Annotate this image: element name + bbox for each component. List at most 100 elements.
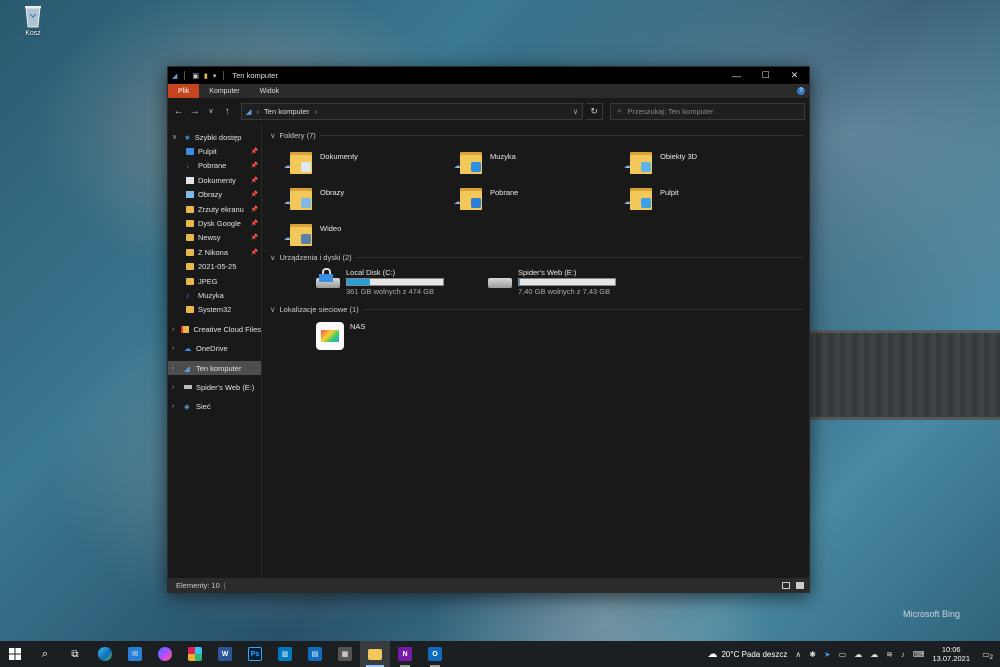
nav-item-pobrane[interactable]: ↓ Pobrane 📌	[168, 159, 261, 173]
breadcrumb-separator-icon[interactable]: ›	[257, 107, 260, 116]
help-button[interactable]: ?	[793, 84, 809, 98]
nav-item-obrazy[interactable]: Obrazy 📌	[168, 188, 261, 202]
folder-tile-obrazy[interactable]: ☁ Obrazy	[284, 184, 460, 212]
ribbon-tabs: Plik Komputer Widok ?	[168, 84, 809, 98]
chevron-right-icon[interactable]: ›	[172, 403, 180, 410]
volume-icon[interactable]: ♪	[901, 650, 905, 659]
folder-tile-obiekty-3d[interactable]: ☁ Obiekty 3D	[624, 148, 800, 176]
folders-group-header[interactable]: ∨ Foldery (7)	[270, 128, 803, 142]
task-view-button[interactable]: ⧉	[60, 641, 90, 667]
telegram-tray-icon[interactable]: ➤	[824, 650, 831, 659]
recycle-bin-desktop-icon[interactable]: Kosz	[18, 4, 48, 37]
nav-onedrive[interactable]: › ☁ OneDrive	[168, 341, 261, 355]
search-input[interactable]: ⌕ Przeszukaj: Ten komputer	[610, 102, 806, 120]
nav-item-zrzuty[interactable]: Zrzuty ekranu 📌	[168, 202, 261, 216]
trello-taskbar-app[interactable]: ▥	[270, 641, 300, 667]
system-tray: ☁ 20°C Pada deszcz ∧ ✱ ➤ ▭ ☁ ☁ ≋ ♪ ⌨ 10:…	[707, 645, 1000, 663]
start-button[interactable]	[0, 641, 30, 667]
properties-icon[interactable]: ▣	[192, 72, 199, 80]
notification-center-button[interactable]: ▭ 2	[978, 646, 994, 662]
nav-item-newsy[interactable]: Newsy 📌	[168, 231, 261, 245]
word-taskbar-app[interactable]: W	[210, 641, 240, 667]
onenote-taskbar-app[interactable]: N	[390, 641, 420, 667]
nav-item-muzyka[interactable]: ♪ Muzyka	[168, 288, 261, 302]
wifi-icon[interactable]: ≋	[886, 650, 893, 659]
back-button[interactable]: ←	[172, 106, 185, 117]
nav-quick-access[interactable]: ∨ ★ Szybki dostęp	[168, 130, 261, 144]
explorer-app-icon[interactable]: ◢	[172, 72, 177, 80]
chevron-right-icon[interactable]: ›	[172, 384, 180, 391]
chevron-right-icon[interactable]: ›	[172, 326, 177, 333]
mail-taskbar-app[interactable]: ✉	[120, 641, 150, 667]
chevron-down-icon[interactable]: ∨	[172, 133, 180, 141]
onedrive-personal-tray-icon[interactable]: ☁	[870, 650, 878, 659]
calculator-taskbar-app[interactable]: ▦	[330, 641, 360, 667]
chevron-down-icon[interactable]: ∨	[270, 253, 276, 262]
folder-tile-dokumenty[interactable]: ☁ Dokumenty	[284, 148, 460, 176]
chevron-down-icon[interactable]: ∨	[270, 131, 276, 140]
maximize-button[interactable]: ☐	[751, 67, 780, 84]
outlook-taskbar-app[interactable]: O	[420, 641, 450, 667]
nav-item-pulpit[interactable]: Pulpit 📌	[168, 144, 261, 158]
messenger-taskbar-app[interactable]	[150, 641, 180, 667]
edge-taskbar-app[interactable]	[90, 641, 120, 667]
nav-item-2021-05-25[interactable]: 2021-05-25	[168, 260, 261, 274]
recent-locations-button[interactable]: ∨	[204, 107, 217, 115]
new-folder-icon[interactable]: ▮	[204, 72, 208, 80]
nav-item-jpeg[interactable]: JPEG	[168, 274, 261, 288]
nav-creative-cloud[interactable]: › Creative Cloud Files	[168, 322, 261, 336]
nav-item-system32[interactable]: System32	[168, 303, 261, 317]
refresh-button[interactable]: ↻	[586, 102, 604, 120]
network-group-header[interactable]: ∨ Lokalizacje sieciowe (1)	[270, 302, 803, 316]
nav-spiders-web[interactable]: › Spider's Web (E:)	[168, 380, 261, 394]
nav-this-pc[interactable]: › ◢ Ten komputer	[168, 360, 261, 376]
nav-network[interactable]: › ◈ Sieć	[168, 400, 261, 414]
search-icon: ⌕	[617, 106, 622, 115]
breadcrumb-ten-komputer[interactable]: Ten komputer	[264, 107, 309, 116]
up-button[interactable]: ↑	[221, 106, 234, 117]
qat-dropdown-icon[interactable]: ▾	[213, 72, 217, 80]
large-icons-view-icon[interactable]	[796, 581, 804, 589]
folder-name: Wideo	[320, 224, 342, 233]
keyboard-icon[interactable]: ⌨	[913, 650, 925, 659]
drives-group-header[interactable]: ∨ Urządzenia i dyski (2)	[270, 250, 803, 264]
minimize-button[interactable]: —	[722, 67, 751, 84]
file-explorer-taskbar-app[interactable]	[360, 641, 390, 667]
folder-tile-wideo[interactable]: ☁ Wideo	[284, 220, 460, 248]
folder-icon	[630, 186, 652, 210]
forward-button[interactable]: →	[188, 106, 201, 117]
battery-tray-icon[interactable]: ▭	[839, 650, 847, 659]
photoshop-taskbar-app[interactable]: Ps	[240, 641, 270, 667]
tab-plik[interactable]: Plik	[168, 84, 200, 98]
tab-komputer[interactable]: Komputer	[199, 84, 249, 98]
breadcrumb-separator-icon[interactable]: ›	[314, 107, 317, 116]
folder-tile-pobrane[interactable]: ☁ Pobrane	[454, 184, 630, 212]
chevron-right-icon[interactable]: ›	[172, 345, 180, 352]
title-bar[interactable]: ◢ ▣ ▮ ▾ Ten komputer — ☐ ✕	[168, 67, 809, 84]
search-taskbar-button[interactable]: ⌕	[30, 641, 60, 667]
chevron-up-icon[interactable]: ∧	[795, 650, 801, 659]
details-view-icon[interactable]	[782, 581, 790, 589]
chevron-right-icon[interactable]: ›	[172, 365, 180, 372]
folder-tile-muzyka[interactable]: ☁ Muzyka	[454, 148, 630, 176]
weather-widget[interactable]: ☁ 20°C Pada deszcz	[707, 649, 787, 660]
close-button[interactable]: ✕	[780, 67, 809, 84]
drive-tile-c[interactable]: Local Disk (C:) 361 GB wolnych z 474 GB	[316, 268, 444, 296]
clock[interactable]: 10:06 13.07.2021	[932, 645, 970, 663]
music-icon: ♪	[186, 290, 190, 300]
nav-item-dysk-google[interactable]: Dysk Google 📌	[168, 216, 261, 230]
settings-tray-icon[interactable]: ✱	[809, 650, 816, 659]
slack-taskbar-app[interactable]	[180, 641, 210, 667]
chevron-down-icon[interactable]: ∨	[270, 305, 276, 314]
address-bar[interactable]: ◢ › Ten komputer › ∨	[240, 102, 584, 120]
nas-media-icon[interactable]	[316, 322, 344, 350]
folder-tile-pulpit[interactable]: ☁ Pulpit	[624, 184, 800, 212]
tab-widok[interactable]: Widok	[250, 84, 289, 98]
outlook-calendar-taskbar-app[interactable]: ▤	[300, 641, 330, 667]
network-location-name[interactable]: NAS	[350, 322, 365, 331]
nav-item-dokumenty[interactable]: Dokumenty 📌	[168, 173, 261, 187]
nav-item-z-nikona[interactable]: Z Nikona 📌	[168, 245, 261, 259]
drive-tile-e[interactable]: Spider's Web (E:) 7,40 GB wolnych z 7,43…	[488, 268, 616, 296]
onedrive-tray-icon[interactable]: ☁	[854, 650, 862, 659]
address-history-chevron-icon[interactable]: ∨	[573, 107, 579, 116]
